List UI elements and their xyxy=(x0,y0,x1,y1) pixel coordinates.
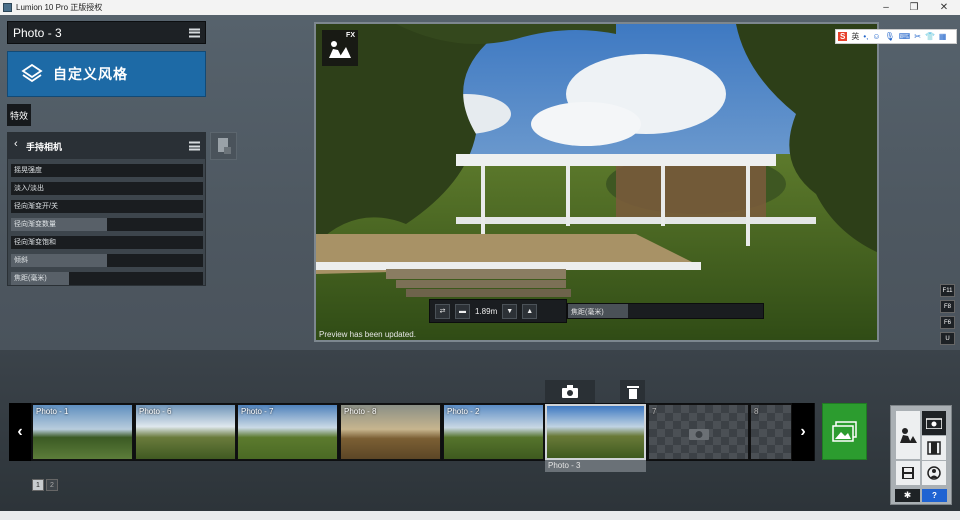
close-button[interactable]: ✕ xyxy=(930,0,958,15)
camera-sync-icon[interactable]: ⇄ xyxy=(435,303,450,319)
render-photos-icon xyxy=(831,420,857,442)
effect-title: 手持相机 xyxy=(26,142,63,152)
param-radial-toggle[interactable]: 径向渐变开/关 xyxy=(11,200,203,213)
param-radial-saturation[interactable]: 径向渐变饱和 xyxy=(11,236,203,249)
custom-style-label: 自定义风格 xyxy=(53,66,128,82)
skin-icon[interactable]: 👕 xyxy=(925,32,935,41)
f6-key-button[interactable]: F6 xyxy=(940,316,955,329)
window-title: Lumion 10 Pro 正版授权 xyxy=(16,3,103,12)
save-button[interactable] xyxy=(896,461,920,485)
fx-label: FX xyxy=(346,32,355,39)
param-shake-strength[interactable]: 摇晃强度 xyxy=(11,164,203,177)
taskbar-strip xyxy=(0,511,960,520)
photo-slot-4[interactable]: Photo - 8 xyxy=(340,404,441,460)
emoji-icon[interactable]: ☺ xyxy=(872,32,880,41)
gear-icon: ✱ xyxy=(903,490,912,500)
panorama-person-icon xyxy=(927,466,941,480)
photo-slot-7-empty[interactable]: 7 xyxy=(648,404,749,460)
lumion-app-icon xyxy=(3,3,12,12)
take-photo-button[interactable] xyxy=(545,380,595,403)
sogou-logo-icon: S xyxy=(838,32,848,41)
mic-icon[interactable]: 🎙 xyxy=(885,32,895,41)
photo-slot-1[interactable]: Photo - 1 xyxy=(32,404,133,460)
movie-mode-button[interactable] xyxy=(922,436,946,460)
maximize-button[interactable]: ❐ xyxy=(900,0,928,15)
scene-preview-image xyxy=(316,24,877,340)
param-fade-in-out[interactable]: 淡入/淡出 xyxy=(11,182,203,195)
camera-icon xyxy=(562,384,578,398)
camera-height-icon[interactable]: ▬ xyxy=(455,303,470,319)
effect-header: ‹ 手持相机 xyxy=(8,133,205,159)
page-1-button[interactable]: 1 xyxy=(32,479,44,491)
back-chevron-icon[interactable]: ‹ xyxy=(14,138,18,150)
title-bar: Lumion 10 Pro 正版授权 – ❐ ✕ xyxy=(0,0,960,15)
fx-button[interactable]: FX xyxy=(322,30,358,66)
f8-key-button[interactable]: F8 xyxy=(940,300,955,313)
page-2-button[interactable]: 2 xyxy=(46,479,58,491)
delete-photo-button[interactable] xyxy=(620,380,645,403)
trash-icon xyxy=(626,385,639,399)
minimize-button[interactable]: – xyxy=(872,0,900,15)
strip-next-button[interactable]: › xyxy=(792,403,814,461)
help-button[interactable]: ? xyxy=(922,489,947,502)
preview-status: Preview has been updated. xyxy=(319,330,416,339)
custom-style-button[interactable]: 自定义风格 xyxy=(7,51,206,97)
strip-prev-button[interactable]: ‹ xyxy=(9,403,31,461)
photo-slot-8-empty[interactable]: 8 xyxy=(750,404,792,460)
menu-icon[interactable] xyxy=(189,28,200,37)
settings-button[interactable]: ✱ xyxy=(895,489,920,502)
effect-menu-icon[interactable] xyxy=(189,141,200,151)
camera-height-value: 1.89m xyxy=(475,306,498,316)
param-focal-length[interactable]: 焦距(毫米) xyxy=(11,272,203,285)
camera-control-bar: ⇄ ▬ 1.89m ▼ ▲ xyxy=(429,299,567,323)
panorama-mode-button[interactable] xyxy=(922,461,946,485)
fx-worker-icon xyxy=(329,41,351,58)
focal-length-slider[interactable]: 焦距(毫米) xyxy=(567,303,764,319)
build-mode-button[interactable] xyxy=(896,411,920,459)
film-icon xyxy=(927,441,941,455)
ime-toolbar[interactable]: S 英 •, ☺ 🎙 ⌨ ✂ 👕 ▦ xyxy=(835,29,957,44)
keyboard-icon[interactable]: ⌨ xyxy=(899,32,911,41)
photo-mode-button[interactable] xyxy=(922,411,946,435)
delete-effect-button[interactable] xyxy=(210,132,237,160)
photo-slot-5[interactable]: Photo - 2 xyxy=(443,404,544,460)
ime-lang-indicator[interactable]: 英 xyxy=(851,31,859,42)
photo-title: Photo - 3 xyxy=(13,26,62,40)
u-key-button[interactable]: U xyxy=(940,332,955,345)
empty-camera-icon xyxy=(689,429,709,440)
selected-photo-label: Photo - 3 xyxy=(545,460,646,472)
grid-menu-icon[interactable]: ▦ xyxy=(939,32,947,41)
height-up-button[interactable]: ▲ xyxy=(522,303,538,319)
photo-slot-6-selected[interactable] xyxy=(545,404,646,460)
photo-slot-3[interactable]: Photo - 7 xyxy=(237,404,338,460)
f11-key-button[interactable]: F11 xyxy=(940,284,955,297)
tab-effects[interactable]: 特效 xyxy=(7,104,31,126)
photo-header: Photo - 3 xyxy=(7,21,206,44)
document-trash-icon xyxy=(217,138,231,154)
effect-panel: ‹ 手持相机 摇晃强度 淡入/淡出 径向渐变开/关 径向渐变数量 径向渐变饱和 … xyxy=(7,132,206,286)
layers-icon xyxy=(21,63,43,83)
param-radial-amount[interactable]: 径向渐变数量 xyxy=(11,218,203,231)
floppy-disk-icon xyxy=(902,467,914,479)
photo-slot-2[interactable]: Photo - 6 xyxy=(135,404,236,460)
tools-icon[interactable]: ✂ xyxy=(914,32,921,41)
photo-mode-camera-icon xyxy=(926,418,942,429)
scene-viewport[interactable]: FX Preview has been updated. xyxy=(314,22,879,342)
punctuation-icon[interactable]: •, xyxy=(863,32,868,41)
build-worker-icon xyxy=(900,428,917,443)
height-down-button[interactable]: ▼ xyxy=(502,303,518,319)
focal-slider-label: 焦距(毫米) xyxy=(571,309,604,316)
param-tilt[interactable]: 倾斜 xyxy=(11,254,203,267)
render-button[interactable] xyxy=(822,403,867,460)
